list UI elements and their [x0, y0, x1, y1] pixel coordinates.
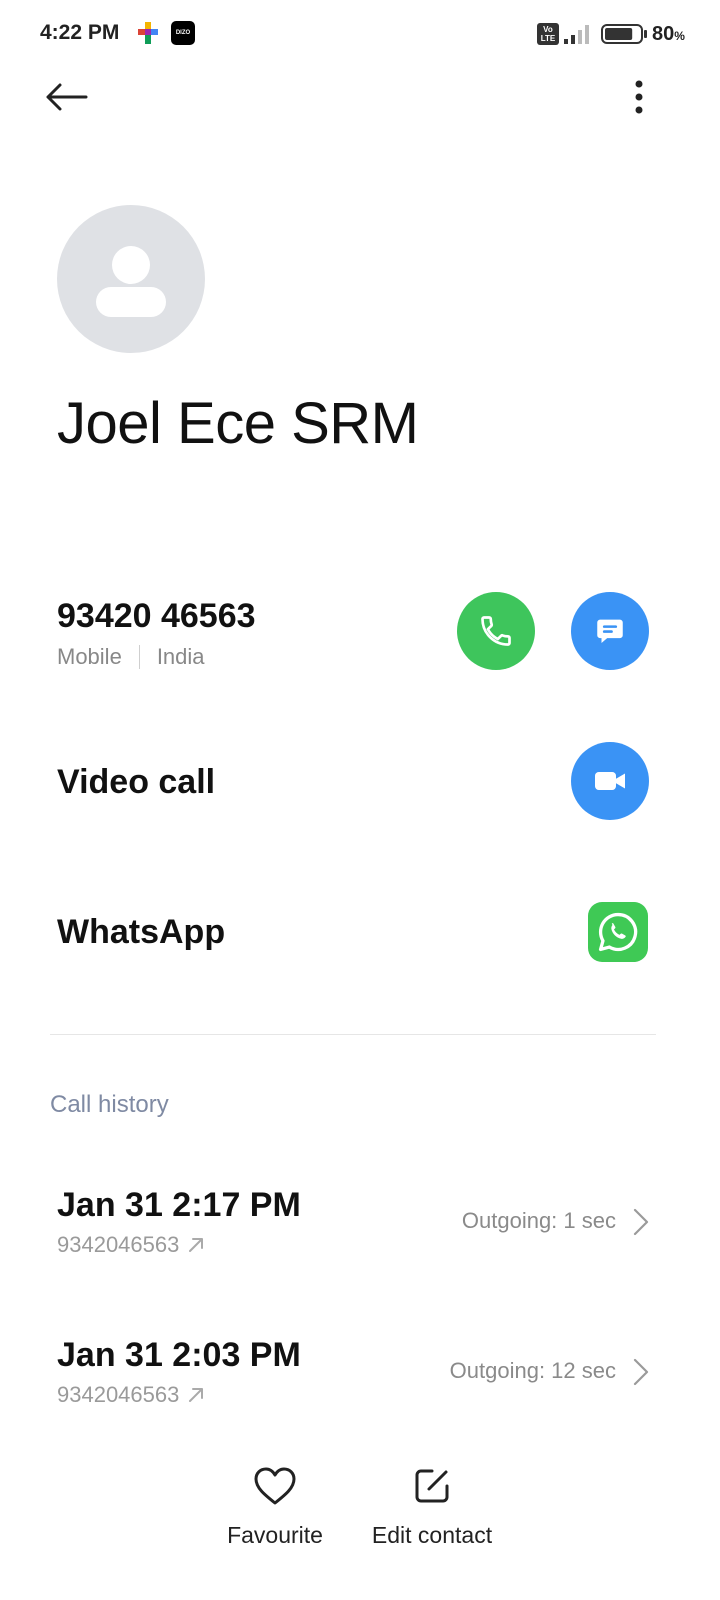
edit-icon — [415, 1469, 449, 1503]
call-number: 9342046563 — [57, 1382, 205, 1408]
message-icon — [597, 619, 623, 644]
signal-icon — [563, 24, 593, 44]
person-placeholder-icon — [96, 246, 166, 317]
contact-avatar[interactable] — [57, 205, 205, 353]
phone-meta: Mobile India — [57, 644, 205, 670]
call-number: 9342046563 — [57, 1232, 205, 1258]
phone-type: Mobile — [57, 644, 122, 669]
battery-percent: 80% — [652, 23, 685, 45]
phone-number[interactable]: 93420 46563 — [57, 597, 256, 636]
call-history-item[interactable]: Jan 31 2:03 PM 9342046563 Outgoing: 12 s… — [0, 1336, 720, 1456]
heart-icon — [254, 1467, 296, 1505]
status-bar: 4:22 PM DIZO Vo LTE 80% — [0, 0, 720, 68]
whatsapp-button[interactable] — [588, 902, 648, 962]
video-call-button[interactable] — [571, 742, 649, 820]
call-date: Jan 31 2:17 PM — [57, 1186, 301, 1224]
video-camera-icon — [595, 772, 625, 790]
more-vert-icon — [635, 80, 643, 114]
battery-icon — [601, 24, 649, 44]
meta-divider — [138, 645, 140, 669]
favourite-button[interactable]: Favourite — [220, 1466, 330, 1549]
app-notification-icon — [138, 22, 158, 44]
edit-contact-button[interactable]: Edit contact — [362, 1466, 502, 1549]
message-button[interactable] — [571, 592, 649, 670]
call-history-title: Call history — [50, 1091, 169, 1118]
dizo-app-icon: DIZO — [171, 21, 195, 45]
outgoing-arrow-icon — [189, 1388, 204, 1402]
status-time: 4:22 PM — [40, 21, 120, 44]
chevron-right-icon[interactable] — [630, 1206, 652, 1238]
edit-contact-label: Edit contact — [371, 1522, 493, 1548]
volte-icon: Vo LTE — [537, 23, 559, 45]
outgoing-arrow-icon — [189, 1238, 204, 1252]
call-status: Outgoing: 12 sec — [449, 1358, 616, 1383]
call-history-item[interactable]: Jan 31 2:17 PM 9342046563 Outgoing: 1 se… — [0, 1186, 720, 1306]
favourite-label: Favourite — [227, 1522, 323, 1548]
more-options-button[interactable] — [619, 74, 659, 120]
whatsapp-label[interactable]: WhatsApp — [57, 913, 225, 952]
call-date: Jan 31 2:03 PM — [57, 1336, 301, 1374]
chevron-right-icon[interactable] — [630, 1356, 652, 1388]
call-button[interactable] — [457, 592, 535, 670]
phone-icon — [481, 616, 511, 646]
section-divider — [50, 1034, 656, 1035]
call-status: Outgoing: 1 sec — [461, 1208, 616, 1233]
video-call-label[interactable]: Video call — [57, 763, 215, 802]
whatsapp-icon — [598, 912, 638, 952]
back-arrow-icon — [46, 83, 88, 111]
phone-region: India — [156, 644, 205, 669]
contact-name: Joel Ece SRM — [57, 391, 419, 456]
back-button[interactable] — [40, 74, 92, 120]
